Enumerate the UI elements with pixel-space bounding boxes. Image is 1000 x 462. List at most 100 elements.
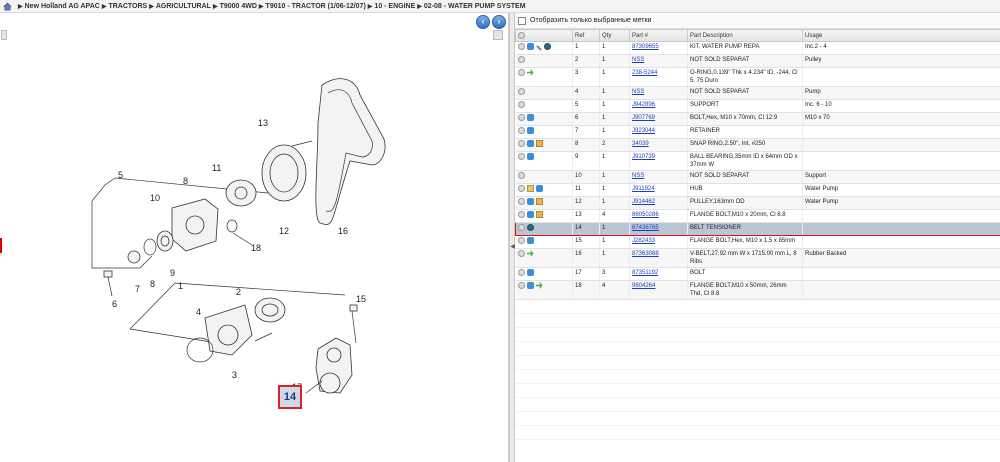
table-row[interactable]: 11 1 J911924 HUB Water Pump xyxy=(515,183,1000,197)
part-number-link[interactable]: J907769 xyxy=(632,115,655,121)
table-row[interactable]: 18 4 9604264 FLANGE BOLT,M10 x 50mm, 26mm T… xyxy=(515,280,1000,300)
info-arrow-icon[interactable] xyxy=(526,198,534,205)
part-number-link-cell[interactable]: 238-5244 xyxy=(629,67,688,87)
info-arrow-icon[interactable] xyxy=(526,43,534,50)
table-row[interactable]: 7 1 J923044 RETAINER xyxy=(515,125,1000,139)
kit-box-icon[interactable] xyxy=(535,211,543,218)
table-row[interactable]: 3 1 238-5244 O-RING,0.139" Thk x 4.234" ID,… xyxy=(515,67,1000,87)
zoom-icon[interactable] xyxy=(517,237,525,244)
breadcrumb-item[interactable]: New Holland AG APAC xyxy=(25,3,100,10)
zoom-icon[interactable] xyxy=(517,198,525,205)
part-number-link[interactable]: 87309655 xyxy=(632,44,659,50)
callout-7[interactable]: 7 xyxy=(135,284,140,294)
table-row[interactable]: 13 4 86050286 FLANGE BOLT,M10 x 20mm, Cl 8.… xyxy=(515,209,1000,223)
zoom-icon[interactable] xyxy=(517,69,525,76)
callout-15[interactable]: 15 xyxy=(356,294,366,304)
zoom-icon[interactable] xyxy=(517,127,525,134)
table-row[interactable]: 1 1 87309655 KIT, WATER PUMP REPA Inc.2 - 4 xyxy=(515,41,1000,55)
kit-box-icon[interactable] xyxy=(535,198,543,205)
callout-16[interactable]: 16 xyxy=(338,226,348,236)
part-number-link-cell[interactable]: J914462 xyxy=(629,196,688,210)
table-row[interactable]: 6 1 J907769 BOLT,Hex, M10 x 70mm, Cl 12.9 M1… xyxy=(515,112,1000,126)
globe-icon[interactable] xyxy=(543,43,551,50)
zoom-icon[interactable] xyxy=(517,172,525,179)
callout-13[interactable]: 13 xyxy=(258,118,268,128)
table-row[interactable]: 2 1 NSS NOT SOLD SEPARAT Pulley xyxy=(515,54,1000,68)
zoom-icon[interactable] xyxy=(517,56,525,63)
part-number-link[interactable]: J282433 xyxy=(632,238,655,244)
callout-11[interactable]: 11 xyxy=(212,163,221,173)
table-row[interactable]: 14 1 87436765 BELT TENSIONER xyxy=(515,222,1000,236)
callout-5[interactable]: 5 xyxy=(118,170,123,180)
callout-3[interactable]: 3 xyxy=(232,370,237,380)
kit-box-icon[interactable] xyxy=(535,140,543,147)
info-arrow-icon[interactable] xyxy=(535,185,543,192)
part-number-link[interactable]: 34039 xyxy=(632,141,649,147)
wrench-icon[interactable] xyxy=(535,44,542,51)
column-header[interactable]: Usage xyxy=(802,29,1000,42)
callout-18[interactable]: 18 xyxy=(251,243,261,253)
part-number-link-cell[interactable]: 86050286 xyxy=(629,209,688,223)
breadcrumb-item[interactable]: AGRICULTURAL xyxy=(156,3,211,10)
zoom-icon[interactable] xyxy=(517,153,525,160)
part-number-link[interactable]: J942896 xyxy=(632,102,655,108)
zoom-icon[interactable] xyxy=(517,282,525,289)
column-header[interactable] xyxy=(515,29,573,42)
zoom-icon[interactable] xyxy=(517,114,525,121)
info-arrow-icon[interactable] xyxy=(526,237,534,244)
column-header[interactable]: Ref xyxy=(572,29,600,42)
part-number-link-cell[interactable]: J907769 xyxy=(629,112,688,126)
info-arrow-icon[interactable] xyxy=(526,153,534,160)
part-number-link[interactable]: 87436765 xyxy=(632,225,659,231)
callout-14-highlight[interactable]: 14 xyxy=(278,385,302,409)
breadcrumb-item[interactable]: T9010 - TRACTOR (1/06-12/07) xyxy=(266,3,366,10)
zoom-icon[interactable] xyxy=(517,185,525,192)
column-header[interactable]: Part # xyxy=(629,29,688,42)
part-number-link[interactable]: 86050286 xyxy=(632,212,659,218)
part-number-link[interactable]: 238-5244 xyxy=(632,70,657,76)
table-row[interactable]: 10 1 NSS NOT SOLD SEPARAT Support xyxy=(515,170,1000,184)
part-number-link[interactable]: J911924 xyxy=(632,186,655,192)
part-number-link[interactable]: 9604264 xyxy=(632,283,655,289)
info-arrow-icon[interactable] xyxy=(526,282,534,289)
callout-1[interactable]: 1 xyxy=(178,281,183,291)
breadcrumb-item[interactable]: 02-08 - WATER PUMP SYSTEM xyxy=(424,3,526,10)
substitute-arrow-icon[interactable] xyxy=(526,69,534,76)
table-row[interactable]: 4 1 NSS NOT SOLD SEPARAT Pump xyxy=(515,86,1000,100)
zoom-icon[interactable] xyxy=(517,211,525,218)
part-number-link-cell[interactable]: J910739 xyxy=(629,151,688,171)
zoom-icon[interactable] xyxy=(518,31,525,39)
part-number-link[interactable]: NSS xyxy=(632,89,644,95)
show-selected-checkbox[interactable] xyxy=(518,16,526,25)
zoom-icon[interactable] xyxy=(517,88,525,95)
part-number-link-cell[interactable]: 87436765 xyxy=(629,222,688,236)
table-row[interactable]: 9 1 J910739 BALL BEARING,35mm ID x 64mm OD … xyxy=(515,151,1000,171)
breadcrumb-item[interactable]: 10 - ENGINE xyxy=(374,3,415,10)
zoom-icon[interactable] xyxy=(518,224,525,231)
callout-4[interactable]: 4 xyxy=(196,307,201,317)
part-number-link-cell[interactable]: J942896 xyxy=(629,99,688,113)
part-number-link-cell[interactable]: NSS xyxy=(629,86,688,100)
callout-12[interactable]: 12 xyxy=(279,226,289,236)
table-row[interactable]: 8 2 34039 SNAP RING,2.50", Int, #250 xyxy=(515,138,1000,152)
zoom-icon[interactable] xyxy=(517,140,525,147)
breadcrumb-item[interactable]: TRACTORS xyxy=(108,3,147,10)
part-number-link-cell[interactable]: NSS xyxy=(629,170,688,184)
part-number-link[interactable]: 87363088 xyxy=(632,251,659,257)
callout-9[interactable]: 9 xyxy=(170,268,175,278)
part-number-link-cell[interactable]: 9604264 xyxy=(629,280,688,300)
part-number-link-cell[interactable]: 34039 xyxy=(629,138,688,152)
part-number-link[interactable]: J910739 xyxy=(632,154,655,160)
part-number-link[interactable]: NSS xyxy=(632,173,644,179)
table-row[interactable]: 12 1 J914462 PULLEY,163mm OD Water Pump xyxy=(515,196,1000,210)
callout-6[interactable]: 6 xyxy=(112,299,117,309)
table-row[interactable]: 17 3 87351192 BOLT xyxy=(515,267,1000,281)
part-number-link-cell[interactable]: J923044 xyxy=(629,125,688,139)
callout-8[interactable]: 8 xyxy=(150,279,155,289)
table-row[interactable]: 16 1 87363088 V-BELT,27.92 mm W x 1715.00 m… xyxy=(515,248,1000,268)
part-number-link-cell[interactable]: 87351192 xyxy=(629,267,688,281)
part-number-link-cell[interactable]: J282433 xyxy=(629,235,688,249)
info-arrow-icon[interactable] xyxy=(526,127,534,134)
info-arrow-icon[interactable] xyxy=(526,114,534,121)
callout-8[interactable]: 8 xyxy=(183,176,188,186)
